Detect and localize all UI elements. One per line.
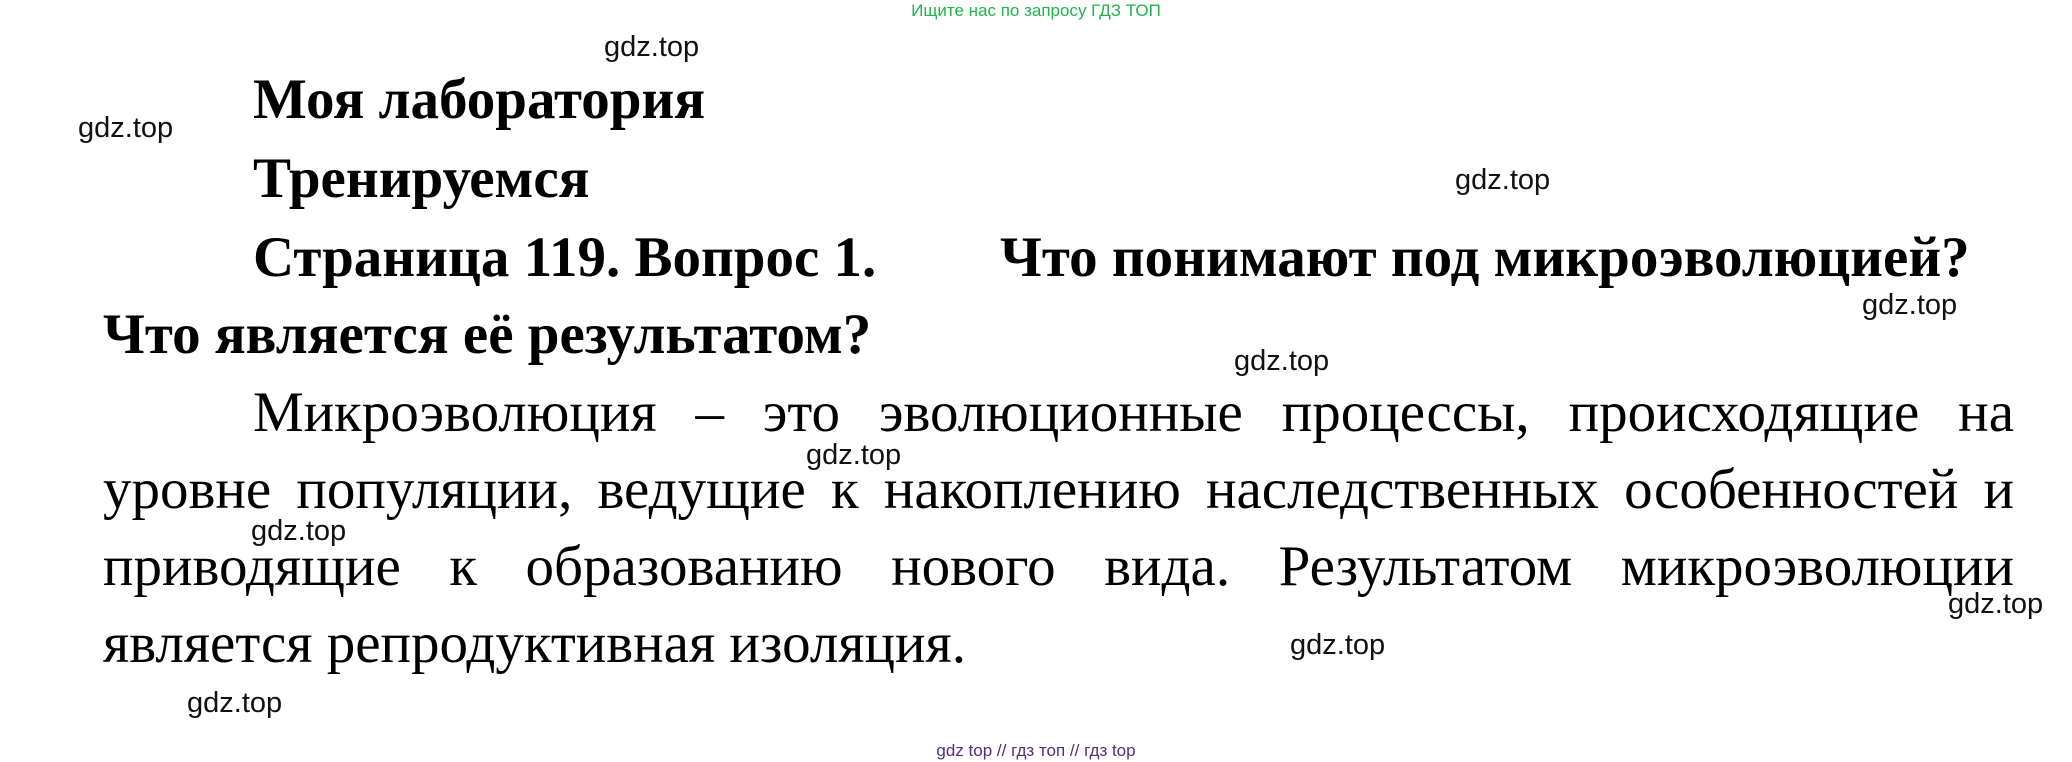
search-hint-link[interactable]: Ищите нас по запросу ГДЗ ТОП bbox=[0, 0, 2072, 22]
question-label: Страница 119. Вопрос 1. bbox=[253, 226, 877, 289]
watermark: gdz.top bbox=[604, 31, 700, 63]
watermark: gdz.top bbox=[1234, 345, 1330, 377]
answer-line: Микроэволюция – это эволюционные процесс… bbox=[253, 381, 2014, 444]
answer-line: является репродуктивная изоляция. bbox=[103, 612, 966, 675]
question-text: Что понимают под микроэволюцией? bbox=[1000, 226, 1970, 289]
watermark: gdz.top bbox=[1290, 629, 1386, 661]
answer-line: уровне популяции, ведущие к накоплению н… bbox=[103, 458, 2014, 521]
watermark: gdz.top bbox=[1455, 164, 1551, 196]
watermark: gdz.top bbox=[187, 687, 283, 719]
question-text-continued: Что является её результатом? bbox=[103, 303, 872, 366]
section-title: Моя лаборатория bbox=[253, 68, 706, 131]
subsection-title: Тренируемся bbox=[253, 147, 590, 210]
footer-links[interactable]: gdz top // гдз топ // гдз top bbox=[0, 740, 2072, 762]
watermark: gdz.top bbox=[1862, 289, 1958, 321]
watermark: gdz.top bbox=[78, 112, 174, 144]
answer-line: приводящие к образованию нового вида. Ре… bbox=[103, 535, 2014, 598]
